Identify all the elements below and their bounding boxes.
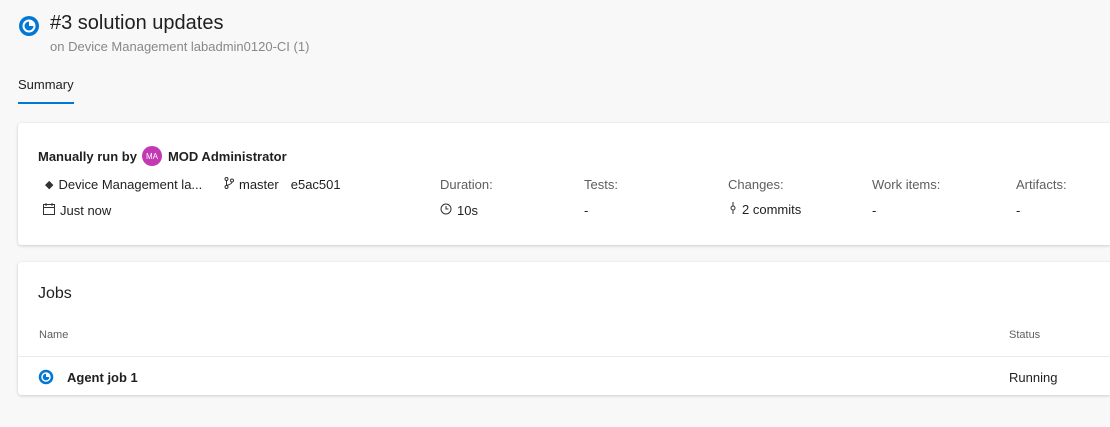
- run-time: Just now: [43, 203, 111, 218]
- clock-icon: [440, 203, 452, 218]
- job-status: Running: [1009, 370, 1058, 385]
- jobs-title: Jobs: [38, 285, 72, 302]
- artifacts-label: Artifacts:: [1016, 177, 1067, 192]
- table-row[interactable]: Agent job 1: [38, 369, 138, 385]
- job-name[interactable]: Agent job 1: [67, 370, 138, 385]
- duration-value: 10s: [457, 203, 478, 218]
- changes-value[interactable]: 2 commits: [742, 202, 801, 217]
- repo-info: ◆ Device Management la...: [45, 177, 202, 192]
- duration: 10s: [440, 203, 478, 218]
- artifacts-value: -: [1016, 203, 1021, 218]
- triggered-by: Manually run by MA MOD Administrator: [38, 146, 287, 166]
- branch-info: master e5ac501: [224, 177, 341, 192]
- repo-name[interactable]: Device Management la...: [58, 177, 202, 192]
- branch-name[interactable]: master: [239, 177, 279, 192]
- user-name: MOD Administrator: [167, 148, 287, 164]
- avatar: MA: [141, 146, 162, 166]
- divider: [18, 356, 1110, 357]
- branch-icon: [224, 177, 234, 192]
- tests-label: Tests:: [584, 177, 618, 192]
- tab-summary[interactable]: Summary: [18, 77, 74, 104]
- column-status: Status: [1009, 329, 1041, 341]
- workitems-label: Work items:: [872, 177, 941, 192]
- page-title: #3 solution updates: [50, 12, 224, 34]
- manual-run-label: Manually run by: [38, 148, 137, 164]
- workitems-value: -: [872, 203, 877, 218]
- commit-id[interactable]: e5ac501: [291, 177, 341, 192]
- calendar-icon: [43, 203, 55, 218]
- run-summary-card: Manually run by MA MOD Administrator ◆ D…: [18, 123, 1110, 245]
- duration-label: Duration:: [440, 177, 493, 192]
- jobs-card: Jobs Name Status Agent job 1 Running: [18, 262, 1110, 395]
- time-value: Just now: [60, 203, 112, 218]
- changes[interactable]: 2 commits: [729, 202, 801, 217]
- commit-icon: [729, 202, 737, 217]
- tests-value: -: [584, 203, 589, 218]
- page-subtitle[interactable]: on Device Management labadmin0120-CI (1): [50, 39, 309, 54]
- running-status-icon: [19, 16, 39, 36]
- changes-label: Changes:: [728, 177, 784, 192]
- column-name: Name: [39, 329, 69, 341]
- running-status-icon: [38, 369, 54, 385]
- git-icon: ◆: [45, 179, 54, 191]
